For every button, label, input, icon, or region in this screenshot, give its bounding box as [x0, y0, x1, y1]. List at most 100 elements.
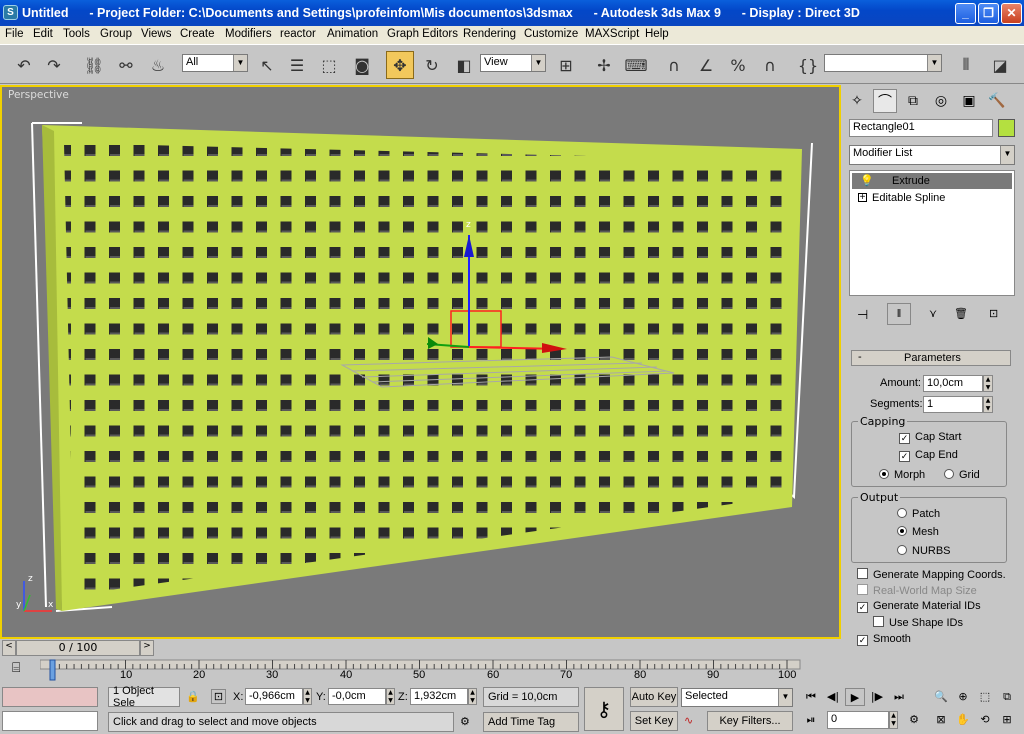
go-to-start-icon[interactable]: ⏮	[801, 688, 821, 706]
app-icon[interactable]: S	[3, 5, 18, 20]
close-button[interactable]: ✕	[1001, 3, 1022, 24]
named-selection-dropdown[interactable]: ▼	[824, 54, 942, 72]
select-and-rotate-icon[interactable]: ↻	[418, 51, 446, 79]
cap-start-checkbox[interactable]: ✓ Cap Start	[899, 431, 961, 444]
nurbs-radio[interactable]: NURBS	[897, 545, 951, 557]
previous-frame-icon[interactable]: ◀|	[823, 688, 843, 706]
zoom-all-icon[interactable]: ⊕	[953, 688, 973, 706]
maxscript-listener-mini[interactable]	[2, 687, 98, 707]
menu-animation[interactable]: Animation	[327, 28, 378, 40]
align-icon[interactable]: ◪	[986, 51, 1014, 79]
smooth-checkbox[interactable]: ✓ Smooth	[857, 633, 911, 646]
angle-snap-icon[interactable]: ∠	[692, 51, 720, 79]
time-tag-icon[interactable]: ⚙	[460, 715, 470, 728]
modifier-stack[interactable]: 💡 Extrude + Editable Spline	[849, 170, 1015, 296]
menu-customize[interactable]: Customize	[524, 28, 578, 40]
pan-icon[interactable]: ✋	[953, 711, 973, 729]
track-bar[interactable]: ⌸ 10 20 30 40 50 60 70 80 90 100	[0, 658, 843, 684]
set-key-button[interactable]: Set Key	[630, 711, 678, 731]
manipulate-icon[interactable]: ✢	[590, 51, 618, 79]
menu-tools[interactable]: Tools	[63, 28, 90, 40]
menu-views[interactable]: Views	[141, 28, 171, 40]
mesh-radio[interactable]: Mesh	[897, 526, 939, 538]
cap-end-checkbox[interactable]: ✓ Cap End	[899, 449, 958, 462]
auto-key-button[interactable]: Auto Key	[630, 687, 678, 707]
edit-named-selection-icon[interactable]: {}	[794, 51, 822, 79]
menu-graph-editors[interactable]: Graph Editors	[387, 28, 458, 40]
bulb-icon[interactable]: 💡	[860, 174, 874, 187]
segments-spinner[interactable]: ▲ ▼	[983, 396, 993, 413]
field-of-view-icon[interactable]: ⊠	[931, 711, 951, 729]
make-unique-icon[interactable]: ⋎	[929, 307, 937, 320]
prev-frame-button[interactable]: <	[2, 640, 16, 656]
x-coordinate-field[interactable]: -0,966cm	[245, 688, 303, 705]
next-frame-icon[interactable]: |▶	[867, 688, 887, 706]
window-crossing-icon[interactable]: ◙	[348, 51, 376, 79]
undo-icon[interactable]: ↶	[10, 51, 38, 79]
parameters-rollout-header[interactable]: - Parameters	[851, 350, 1011, 366]
pivot-center-icon[interactable]: ⊞	[552, 51, 580, 79]
zoom-extents-icon[interactable]: ⬚	[975, 688, 995, 706]
expand-icon[interactable]: +	[858, 193, 867, 203]
modifier-list-dropdown[interactable]: Modifier List ▼	[849, 145, 1015, 165]
time-slider[interactable]: 0 / 100	[16, 640, 140, 656]
arc-rotate-icon[interactable]: ⟲	[975, 711, 995, 729]
current-frame-marker[interactable]	[49, 659, 56, 681]
default-tangent-icon[interactable]: ∿	[684, 714, 693, 727]
create-tab-icon[interactable]: ✧	[845, 89, 869, 113]
motion-tab-icon[interactable]: ◎	[929, 89, 953, 113]
rectangular-selection-icon[interactable]: ⬚	[315, 51, 343, 79]
snaps-toggle-icon[interactable]: ∩	[660, 51, 688, 79]
select-and-scale-icon[interactable]: ◧	[450, 51, 478, 79]
perspective-viewport[interactable]: Perspective z z y x	[0, 85, 841, 639]
pin-stack-icon[interactable]: ⊣	[857, 307, 868, 323]
menu-modifiers[interactable]: Modifiers	[225, 28, 272, 40]
redo-icon[interactable]: ↷	[40, 51, 68, 79]
y-spinner[interactable]: ▲ ▼	[386, 688, 395, 705]
set-key-icon[interactable]: ⚷	[584, 687, 624, 731]
maximize-button[interactable]: ❐	[978, 3, 999, 24]
utilities-tab-icon[interactable]: 🔨	[985, 89, 1009, 113]
generate-material-ids-checkbox[interactable]: ✓ Generate Material IDs	[857, 600, 981, 613]
morph-radio[interactable]: Morph	[879, 469, 925, 481]
show-end-result-icon[interactable]: ‖	[887, 303, 911, 325]
menu-edit[interactable]: Edit	[33, 28, 53, 40]
generate-mapping-checkbox[interactable]: Generate Mapping Coords.	[857, 568, 1006, 581]
menu-group[interactable]: Group	[100, 28, 132, 40]
modify-tab-icon[interactable]: ⌒	[873, 89, 897, 113]
time-configuration-icon[interactable]: ⚙	[904, 711, 924, 729]
spinner-snap-icon[interactable]: ∩	[756, 51, 784, 79]
z-coordinate-field[interactable]: 1,932cm	[410, 688, 468, 705]
segments-field[interactable]: 1	[923, 396, 983, 413]
y-coordinate-field[interactable]: -0,0cm	[328, 688, 386, 705]
absolute-mode-icon[interactable]: ⊡	[211, 689, 226, 704]
bind-space-warp-icon[interactable]: ♨	[144, 51, 172, 79]
z-spinner[interactable]: ▲ ▼	[468, 688, 477, 705]
add-time-tag-button[interactable]: Add Time Tag	[483, 712, 579, 732]
unlink-icon[interactable]: ⚯	[112, 51, 140, 79]
frame-spinner[interactable]: ▲ ▼	[889, 711, 898, 729]
mirror-icon[interactable]: ⫴	[952, 51, 980, 79]
menu-create[interactable]: Create	[180, 28, 215, 40]
selection-filter-dropdown[interactable]: All ▼	[182, 54, 248, 72]
reference-coordinate-dropdown[interactable]: View ▼	[480, 54, 546, 72]
patch-radio[interactable]: Patch	[897, 508, 940, 520]
stack-item-editable-spline[interactable]: + Editable Spline	[852, 190, 1012, 206]
key-mode-icon[interactable]: ⏯	[801, 711, 821, 729]
menu-help[interactable]: Help	[645, 28, 669, 40]
menu-reactor[interactable]: reactor	[280, 28, 316, 40]
select-by-name-icon[interactable]: ☰	[283, 51, 311, 79]
configure-sets-icon[interactable]: ⊡	[989, 307, 998, 320]
menu-rendering[interactable]: Rendering	[463, 28, 516, 40]
next-frame-button[interactable]: >	[140, 640, 154, 656]
key-selection-dropdown[interactable]: Selected ▼	[681, 688, 793, 707]
lock-selection-icon[interactable]: 🔒	[186, 690, 200, 703]
zoom-icon[interactable]: 🔍	[931, 688, 951, 706]
amount-spinner[interactable]: ▲ ▼	[983, 375, 993, 392]
menu-file[interactable]: File	[5, 28, 24, 40]
select-and-move-icon[interactable]: ✥	[386, 51, 414, 79]
amount-field[interactable]: 10,0cm	[923, 375, 983, 392]
grid-radio[interactable]: Grid	[944, 469, 980, 481]
use-shape-ids-checkbox[interactable]: Use Shape IDs	[873, 616, 963, 629]
go-to-end-icon[interactable]: ⏭	[889, 688, 909, 706]
